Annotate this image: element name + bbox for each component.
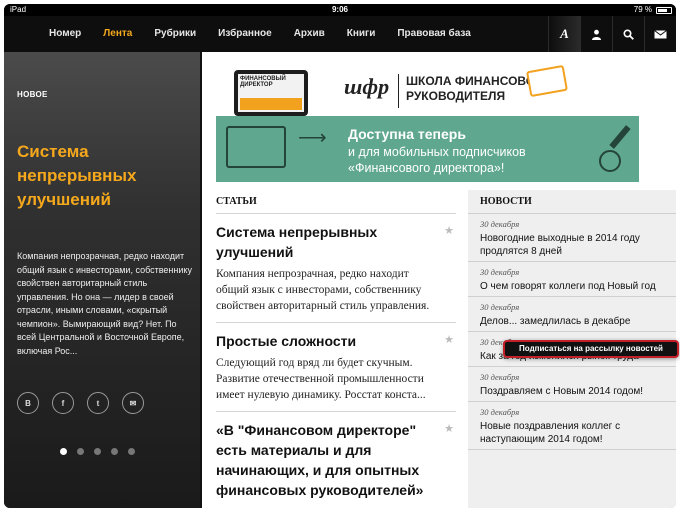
banner-headline: Доступна теперь	[348, 126, 466, 142]
nav-tab[interactable]: Избранное	[207, 16, 283, 52]
article-title[interactable]: Система непрерывных улучшений	[216, 222, 436, 262]
news-date: 30 декабря	[480, 219, 520, 229]
favorite-star-icon[interactable]: ★	[444, 422, 454, 435]
twitter-icon[interactable]: t	[87, 392, 109, 414]
article-list: Система непрерывных улучшений Компания не…	[216, 214, 456, 508]
news-headline[interactable]: О чем говорят коллеги под Новый год	[480, 280, 664, 293]
nav-tab[interactable]: Архив	[283, 16, 336, 52]
news-item[interactable]: 30 декабря Делов... замедлилась в декабре	[468, 297, 676, 332]
device-frame: iPad 9:06 79 % Номер Лента Рубрики Избранно…	[0, 0, 680, 512]
article-lead: Компания непрозрачная, редко находит общ…	[216, 268, 430, 312]
pager-dot[interactable]	[128, 448, 135, 455]
articles-heading: СТАТЬИ	[216, 190, 456, 214]
favorite-star-icon[interactable]: ★	[444, 224, 454, 237]
news-heading: НОВОСТИ	[468, 190, 676, 214]
magazine-title: ФИНАНСОВЫЙ ДИРЕКТОР	[240, 76, 286, 88]
nav-actions: A	[548, 16, 676, 52]
subscribe-newsletter-button[interactable]: Подписаться на рассылку новостей	[503, 340, 679, 358]
search-icon[interactable]	[612, 16, 644, 52]
pencil-icon	[609, 125, 631, 149]
pager-dot[interactable]	[94, 448, 101, 455]
nav-tab[interactable]: Номер	[38, 16, 92, 52]
featured-article-panel[interactable]: НОВОЕ Система непрерывных улучшений Комп…	[4, 52, 200, 508]
news-date: 30 декабря	[480, 302, 520, 312]
pager-dot[interactable]	[77, 448, 84, 455]
user-icon[interactable]	[580, 16, 612, 52]
nav-tab[interactable]: Правовая база	[386, 16, 481, 52]
news-headline[interactable]: Поздравляем с Новым 2014 годом!	[480, 385, 664, 398]
news-list: 30 декабря Новогодние выходные в 2014 год…	[468, 214, 676, 450]
mail-icon[interactable]	[644, 16, 676, 52]
article-title[interactable]: «В "Финансовом директоре" есть материалы…	[216, 420, 436, 500]
status-bar: iPad 9:06 79 %	[4, 4, 676, 16]
news-date: 30 декабря	[480, 267, 520, 277]
nav-tabs: Номер Лента Рубрики Избранное Архив Книги Прав…	[38, 16, 482, 52]
top-navigation: Номер Лента Рубрики Избранное Архив Книги Прав…	[4, 16, 676, 52]
nav-tab[interactable]: Книги	[336, 16, 387, 52]
news-item[interactable]: 30 декабря Новые поздравления коллег с на…	[468, 402, 676, 450]
nav-tab[interactable]: Рубрики	[143, 16, 207, 52]
main-content: ФИНАНСОВЫЙ ДИРЕКТОР шфр ШКОЛА ФИНАНСОВОГ…	[202, 52, 676, 508]
articles-column: СТАТЬИ Система непрерывных улучшений Комп…	[216, 190, 456, 508]
article-item[interactable]: «В "Финансовом директоре" есть материалы…	[216, 412, 456, 508]
alarm-clock-icon	[599, 150, 621, 172]
app-screen: iPad 9:06 79 % Номер Лента Рубрики Избранно…	[4, 4, 676, 508]
mobile-subscribers-banner[interactable]: ⟶ Доступна теперь и для мобильных подпис…	[216, 116, 639, 182]
font-size-icon[interactable]: A	[548, 16, 580, 52]
news-item[interactable]: 30 декабря О чем говорят коллеги под Новы…	[468, 262, 676, 297]
news-headline[interactable]: Делов... замедлилась в декабре	[480, 315, 664, 328]
banner-subline: и для мобильных подписчиков «Финансового…	[348, 145, 526, 175]
pager-dot[interactable]	[111, 448, 118, 455]
facebook-icon[interactable]: f	[52, 392, 74, 414]
school-logo: шфр	[344, 74, 390, 99]
logo-divider	[398, 74, 399, 108]
battery-percent: 79 %	[633, 5, 652, 14]
favorite-star-icon[interactable]: ★	[444, 333, 454, 346]
pager-dot[interactable]	[60, 448, 67, 455]
news-item[interactable]: 30 декабря Новогодние выходные в 2014 год…	[468, 214, 676, 262]
share-buttons: Bf t ✉	[17, 392, 144, 414]
diploma-icon	[526, 64, 568, 98]
news-date: 30 декабря	[480, 372, 520, 382]
article-item[interactable]: Система непрерывных улучшений Компания не…	[216, 214, 456, 323]
article-title[interactable]: Простые сложности	[216, 331, 436, 351]
clock: 9:06	[331, 5, 348, 14]
battery-icon	[656, 7, 672, 14]
monitor-icon	[226, 126, 286, 168]
school-banner[interactable]: ФИНАНСОВЫЙ ДИРЕКТОР шфр ШКОЛА ФИНАНСОВОГ…	[216, 64, 568, 116]
feature-text: Компания непрозрачная, редко находит общ…	[17, 251, 192, 356]
article-lead: Следующий год вряд ли будет скучным. Раз…	[216, 357, 426, 401]
arrow-right-icon: ⟶	[298, 127, 327, 149]
email-icon[interactable]: ✉	[122, 392, 144, 414]
news-item[interactable]: 30 декабря Поздравляем с Новым 2014 годом…	[468, 367, 676, 402]
article-item[interactable]: Простые сложности Следующий год вряд ли б…	[216, 323, 456, 412]
nav-tab[interactable]: Лента	[92, 16, 143, 52]
news-date: 30 декабря	[480, 407, 520, 417]
tablet-illustration: ФИНАНСОВЫЙ ДИРЕКТОР	[234, 70, 308, 116]
carousel-pager	[60, 448, 135, 455]
news-headline[interactable]: Новые поздравления коллег с наступающим …	[480, 420, 664, 446]
feature-title[interactable]: Система непрерывных улучшений	[17, 140, 192, 212]
vkontakte-icon[interactable]: B	[17, 392, 39, 414]
news-headline[interactable]: Новогодние выходные в 2014 году продлятс…	[480, 232, 664, 258]
feature-tag: НОВОЕ	[17, 90, 48, 99]
